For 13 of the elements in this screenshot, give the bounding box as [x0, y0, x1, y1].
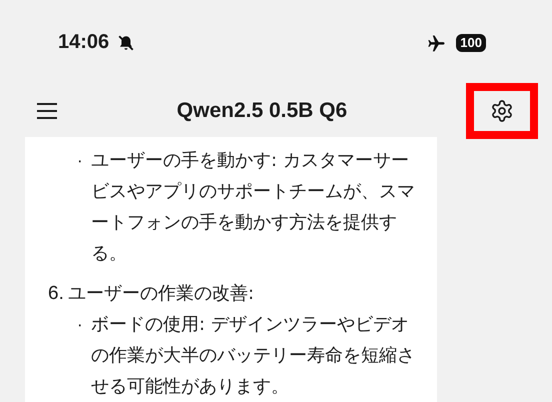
status-time: 14:06: [58, 31, 110, 54]
bullet-marker: ·: [77, 314, 84, 336]
settings-icon: [490, 99, 514, 123]
settings-button[interactable]: [466, 83, 538, 139]
chat-title: Qwen2.5 0.5B Q6: [176, 99, 348, 123]
muted-bell-icon: [117, 34, 136, 52]
message-text: ユーザーの手を動かす: カスタマーサービスやアプリのサポートチームが、スマートフォンの手を動かす方法を提供する。: [91, 149, 416, 266]
message-text: ボードの使用: デザインツラーやビデオの作業が大半のバッテリー寿命を短縮させる可能性があります。: [91, 313, 416, 399]
menu-icon[interactable]: [36, 102, 58, 120]
bullet-marker: ·: [77, 150, 84, 172]
list-number: 6.: [48, 282, 65, 306]
message-text: ユーザーの作業の改善:: [68, 282, 256, 306]
battery-indicator: 100: [456, 34, 486, 52]
